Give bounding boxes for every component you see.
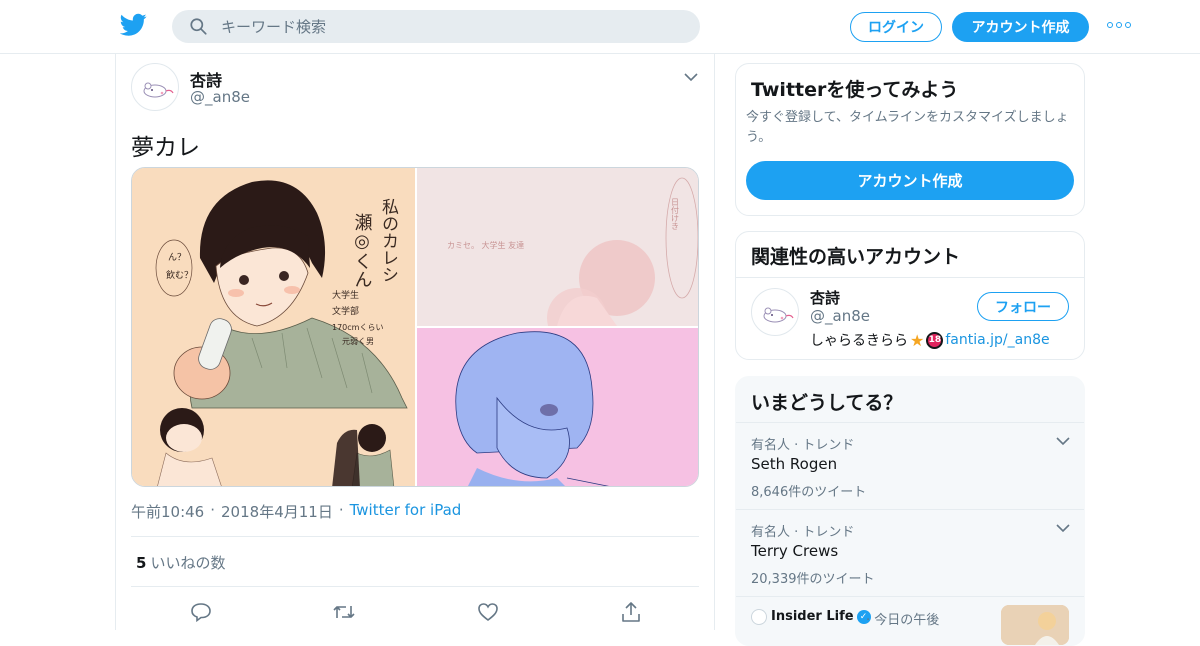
tweet-handle[interactable]: @_an8e: [190, 88, 250, 106]
share-button[interactable]: [616, 600, 646, 624]
follow-button[interactable]: フォロー: [977, 292, 1069, 321]
story-source-avatar: [751, 609, 767, 625]
media-image-2[interactable]: カミセ。 大学生 友達 日付けき: [417, 168, 698, 348]
search-box[interactable]: [172, 10, 700, 43]
signup-card: Twitterを使ってみよう 今すぐ登録して、タイムラインをカスタマイズしましょ…: [735, 63, 1085, 216]
tweet-time[interactable]: 午前10:46: [131, 501, 204, 522]
search-input[interactable]: [221, 17, 661, 36]
likes-label: いいねの数: [150, 554, 226, 572]
illustration-blue-boy-icon: [417, 328, 698, 486]
related-account-bio: しゃらるきらら ★ 18 fantia.jp/_an8e: [810, 330, 1050, 350]
signup-button[interactable]: アカウント作成: [952, 12, 1089, 42]
related-account-handle[interactable]: @_an8e: [810, 307, 870, 325]
illustration-boy-icon: 私のカレシ 瀬◎くん 大学生 文学部 170cmくらい 元弱く男 ん？ 飲む？: [132, 168, 415, 486]
tweet-actions: [186, 600, 646, 624]
divider: [131, 536, 699, 537]
trend-context: 有名人 · トレンド: [751, 525, 855, 540]
trends-card: いまどうしてる？ 有名人 · トレンド Seth Rogen 8,646件のツイ…: [735, 376, 1085, 646]
tweet-column: 杏詩 @_an8e 夢カレ 私のカレシ 瀬◎くん 大学生 文学部 170cmくら…: [115, 54, 715, 630]
trend-item[interactable]: 有名人 · トレンド Terry Crews 20,339件のツイート: [736, 509, 1084, 596]
bio-text: しゃらるきらら: [810, 333, 908, 349]
chevron-down-icon[interactable]: [684, 72, 698, 82]
avatar[interactable]: [131, 63, 179, 111]
twitter-logo-icon[interactable]: [120, 13, 147, 37]
tweet-media[interactable]: 私のカレシ 瀬◎くん 大学生 文学部 170cmくらい 元弱く男 ん？ 飲む？ …: [131, 167, 699, 487]
trend-count: 8,646件のツイート: [751, 485, 867, 500]
tweet-text: 夢カレ: [131, 135, 200, 161]
meta-separator: ·: [338, 501, 344, 519]
chevron-down-icon[interactable]: [1056, 523, 1070, 533]
heart-icon: [477, 603, 498, 622]
top-bar: ログイン アカウント作成: [0, 0, 1200, 54]
sketch-text-b2: 日付けき: [671, 198, 680, 230]
bio-link[interactable]: fantia.jp/_an8e: [945, 332, 1049, 348]
sketch-text-4: 元弱く男: [342, 337, 374, 346]
trend-count: 20,339件のツイート: [751, 572, 875, 587]
avatar[interactable]: [751, 288, 799, 336]
likes-count: 5: [136, 554, 147, 572]
sketch-text-1: 大学生: [332, 289, 359, 301]
story-thumbnail[interactable]: [1001, 605, 1069, 645]
reply-icon: [191, 603, 211, 622]
star-emoji-icon: ★: [910, 330, 925, 350]
trend-context: 有名人 · トレンド: [751, 438, 855, 453]
tweet-source[interactable]: Twitter for iPad: [350, 501, 462, 522]
avatar-mouse-icon: [763, 307, 794, 323]
reply-button[interactable]: [186, 600, 216, 624]
related-accounts-title: 関連性の高いアカウント: [751, 246, 961, 268]
chevron-down-icon[interactable]: [1056, 436, 1070, 446]
sketch-text-2: 文学部: [332, 305, 359, 317]
story-source[interactable]: Insider Life ✓: [771, 609, 871, 624]
like-button[interactable]: [473, 600, 503, 624]
search-icon: [190, 18, 207, 35]
media-image-3[interactable]: [417, 328, 698, 486]
avatar-mouse-icon: [143, 82, 174, 98]
share-icon: [622, 602, 640, 622]
create-account-button[interactable]: アカウント作成: [746, 161, 1074, 200]
sketch-text-name: 瀬◎くん: [352, 213, 373, 288]
retweet-icon: [333, 606, 355, 618]
illustration-couple-icon: カミセ。 大学生 友達 日付けき: [417, 168, 698, 348]
related-accounts-card: 関連性の高いアカウント 杏詩 @_an8e フォロー しゃらるきらら ★ 18 …: [735, 231, 1085, 360]
more-options-icon[interactable]: [1107, 22, 1131, 32]
story-photo-icon: [1001, 605, 1069, 645]
trends-title: いまどうしてる？: [751, 392, 903, 414]
trend-item[interactable]: 有名人 · トレンド Seth Rogen 8,646件のツイート: [736, 422, 1084, 509]
sketch-text-b1: カミセ。 大学生 友達: [447, 240, 524, 250]
trend-name[interactable]: Seth Rogen: [751, 455, 837, 473]
signup-card-title: Twitterを使ってみよう: [751, 79, 959, 101]
trend-name[interactable]: Terry Crews: [751, 542, 838, 560]
related-account-name[interactable]: 杏詩: [810, 287, 840, 308]
sketch-text-3: 170cmくらい: [332, 323, 383, 332]
tweet-meta: 午前10:46 · 2018年4月11日 · Twitter for iPad: [131, 501, 461, 522]
meta-separator: ·: [210, 501, 216, 519]
likes-stat[interactable]: 5 いいねの数: [136, 552, 225, 573]
media-image-1[interactable]: 私のカレシ 瀬◎くん 大学生 文学部 170cmくらい 元弱く男 ん？ 飲む？: [132, 168, 415, 486]
tweet-date[interactable]: 2018年4月11日: [221, 501, 333, 522]
divider: [131, 586, 699, 587]
story-time: · 今日の午後: [866, 613, 940, 628]
login-button[interactable]: ログイン: [850, 12, 942, 42]
sketch-speech-2: 飲む？: [166, 269, 193, 281]
retweet-button[interactable]: [329, 600, 359, 624]
story-source-name: Insider Life: [771, 609, 854, 624]
signup-card-description: 今すぐ登録して、タイムラインをカスタマイズしましょう。: [746, 110, 1069, 145]
divider: [736, 277, 1084, 278]
sketch-text-title: 私のカレシ: [378, 198, 399, 283]
trend-story[interactable]: Insider Life ✓ · 今日の午後: [736, 596, 1084, 645]
sketch-speech-1: ん？: [168, 252, 186, 263]
age-18-badge-icon: 18: [926, 331, 944, 349]
